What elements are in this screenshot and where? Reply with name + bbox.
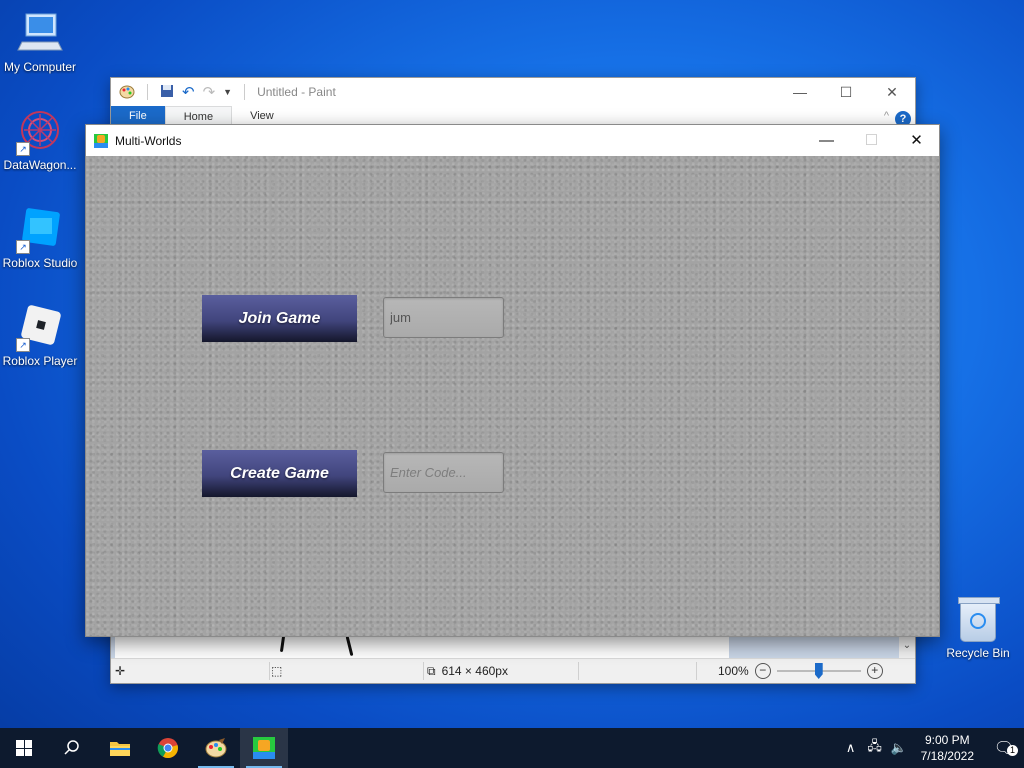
notification-count: 1 (1007, 745, 1018, 756)
join-game-button[interactable]: Join Game (202, 295, 357, 342)
game-menu-panel: Join Game Create Game (86, 156, 939, 636)
recycle-bin-icon (958, 597, 1000, 642)
paint-status-bar: ✛ ⬚ ⧉ 614 × 460px 100% − + (111, 658, 915, 683)
roblox-studio-icon: ↗ (16, 206, 64, 254)
folder-icon (110, 742, 130, 756)
drawn-stroke (279, 635, 286, 653)
desktop-icon-recycle-bin[interactable]: Recycle Bin (940, 597, 1016, 660)
taskbar-multiworlds[interactable] (240, 728, 288, 768)
computer-icon (16, 10, 64, 58)
roblox-player-icon: ↗ (16, 304, 64, 352)
canvas-size-value: 614 × 460px (441, 664, 508, 678)
zoom-slider-thumb[interactable] (814, 663, 823, 679)
taskbar-paint[interactable] (192, 728, 240, 768)
start-button[interactable] (0, 728, 48, 768)
selection-size-icon: ⬚ (271, 664, 283, 678)
multiworlds-window[interactable]: Multi-Worlds — ☐ ✕ Join Game Create Game (85, 124, 940, 637)
desktop-icon-label: Roblox Player (2, 354, 78, 368)
zoom-level: 100% (718, 664, 749, 678)
desktop-icon-roblox-player[interactable]: ↗ Roblox Player (0, 304, 80, 368)
system-tray: ∧ 🖧 🔈 9:00 PM 7/18/2022 🗨 1 (839, 728, 1024, 768)
taskbar-file-explorer[interactable] (96, 728, 144, 768)
paint-window-title: Untitled - Paint (257, 85, 336, 99)
volume-icon[interactable]: 🔈 (887, 740, 911, 756)
minimize-button[interactable]: — (804, 125, 849, 156)
datawagon-icon: ↗ (16, 108, 64, 156)
tab-file[interactable]: File (111, 106, 165, 126)
chrome-icon (157, 738, 178, 759)
paint-canvas[interactable] (115, 634, 729, 658)
create-game-button[interactable]: Create Game (202, 450, 357, 497)
zoom-out-button[interactable]: − (754, 663, 771, 679)
multiworlds-titlebar: Multi-Worlds — ☐ ✕ (86, 125, 939, 156)
multiworlds-icon (253, 737, 275, 759)
taskbar-chrome[interactable] (144, 728, 192, 768)
desktop-icon-label: Recycle Bin (946, 646, 1010, 660)
paint-ribbon-tabs: File Home View (111, 106, 915, 126)
multiworlds-app-icon (94, 133, 108, 148)
canvas-size-icon: ⧉ (427, 663, 436, 678)
paint-canvas-area (111, 634, 915, 658)
network-icon[interactable]: 🖧 (863, 737, 887, 759)
join-code-input[interactable] (383, 297, 504, 338)
shortcut-arrow-icon: ↗ (16, 142, 30, 156)
action-center-button[interactable]: 🗨 1 (984, 738, 1024, 758)
tab-view[interactable]: View (232, 106, 292, 126)
tab-home[interactable]: Home (164, 106, 233, 126)
zoom-slider[interactable] (776, 663, 861, 679)
shortcut-arrow-icon: ↗ (16, 240, 30, 254)
taskbar: ∧ 🖧 🔈 9:00 PM 7/18/2022 🗨 1 (0, 728, 1024, 768)
collapse-ribbon-icon[interactable]: ^ (884, 110, 889, 122)
desktop-icon-datawagon[interactable]: ↗ DataWagon... (0, 108, 80, 172)
clock[interactable]: 9:00 PM 7/18/2022 (911, 732, 984, 764)
paint-app-icon (119, 83, 135, 102)
save-icon[interactable] (160, 84, 174, 101)
multiworlds-window-title: Multi-Worlds (115, 133, 182, 148)
desktop-icon-label: My Computer (3, 60, 77, 74)
desktop-icon-roblox-studio[interactable]: ↗ Roblox Studio (0, 206, 80, 270)
paint-maximize-button[interactable]: ☐ (823, 78, 869, 106)
windows-logo-icon (16, 740, 32, 756)
vertical-scrollbar-down-arrow[interactable]: ⌄ (899, 634, 915, 658)
zoom-in-button[interactable]: + (866, 663, 883, 679)
show-hidden-icons-chevron-icon[interactable]: ∧ (839, 740, 863, 756)
search-button[interactable] (48, 728, 96, 768)
paint-titlebar: ↶ ↷ ▼ Untitled - Paint — ☐ ✕ (111, 78, 915, 106)
desktop-icon-my-computer[interactable]: My Computer (0, 10, 80, 74)
cursor-position-icon: ✛ (115, 664, 126, 678)
desktop-icon-label: Roblox Studio (2, 256, 78, 270)
undo-icon[interactable]: ↶ (182, 83, 195, 101)
redo-icon[interactable]: ↷ (203, 83, 216, 101)
desktop-icon-label: DataWagon... (3, 158, 77, 172)
paint-minimize-button[interactable]: — (777, 78, 823, 106)
search-icon (64, 740, 79, 755)
customize-quick-access-icon[interactable]: ▼ (223, 87, 232, 97)
maximize-button: ☐ (864, 132, 879, 149)
create-code-input[interactable] (383, 452, 504, 493)
shortcut-arrow-icon: ↗ (16, 338, 30, 352)
paint-close-button[interactable]: ✕ (869, 78, 915, 106)
drawn-stroke (345, 635, 354, 657)
close-button[interactable]: ✕ (894, 125, 939, 156)
clock-time: 9:00 PM (924, 733, 970, 747)
clock-date: 7/18/2022 (920, 749, 974, 763)
paint-icon (205, 738, 227, 758)
